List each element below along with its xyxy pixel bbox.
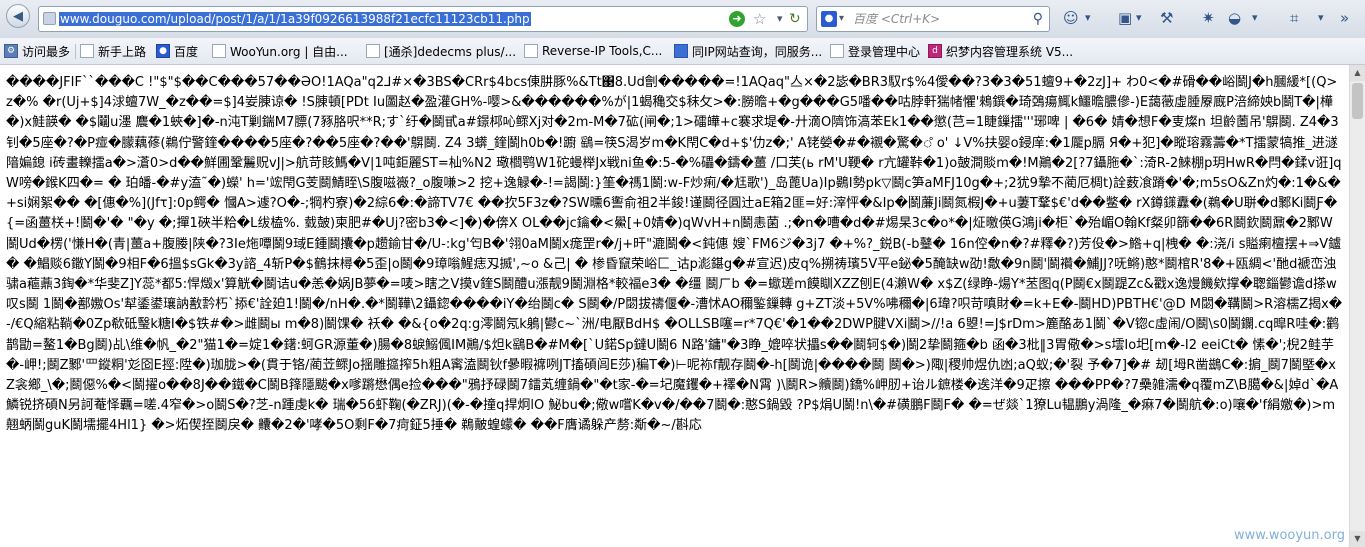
search-icon[interactable]: ⚲ xyxy=(1033,10,1043,28)
bookmark-getting-started[interactable]: 新手上路 xyxy=(80,42,146,60)
bookmark-label: 百度 xyxy=(174,44,199,59)
mask-dropdown-icon[interactable]: ▾ xyxy=(1252,8,1258,28)
address-bar[interactable]: www.douguo.com/upload/post/1/a/1/1a39f09… xyxy=(38,6,808,32)
mask-icon[interactable]: ◒ xyxy=(1228,8,1241,28)
scrollbar-thumb[interactable] xyxy=(1352,83,1363,119)
history-dropdown-icon[interactable]: ▾ xyxy=(777,11,783,27)
search-input[interactable]: 百度 <Ctrl+K> xyxy=(853,12,940,26)
tools-icon[interactable]: ⚒ xyxy=(1160,8,1173,28)
go-arrow-icon[interactable]: ➜ xyxy=(729,11,745,27)
site-identity-icon[interactable] xyxy=(43,12,56,25)
bookmark-star-icon[interactable]: ☆ xyxy=(753,10,766,28)
bookmark-same-ip[interactable]: 同IP网站查询，同服务... xyxy=(674,42,822,60)
bookmark-dedecms-v5[interactable]: d 织梦内容管理系统 V5... xyxy=(928,42,1073,60)
page-icon xyxy=(830,44,844,58)
dede-icon: d xyxy=(928,44,942,58)
browser-toolbar: ◀ www.douguo.com/upload/post/1/a/1/1a39f… xyxy=(0,0,1365,39)
back-arrow-icon: ◀ xyxy=(13,8,23,24)
bookmark-most-visited[interactable]: ⚙ 访问最多 xyxy=(4,42,70,60)
url-input[interactable]: www.douguo.com/upload/post/1/a/1/1a39f09… xyxy=(59,12,531,26)
search-engine-icon[interactable]: ● xyxy=(821,11,837,27)
window-dropdown-icon[interactable]: ▾ xyxy=(1136,8,1142,28)
watermark: www.wooyun.org xyxy=(1233,528,1345,543)
scroll-down-arrow-icon[interactable]: ▼ xyxy=(1350,531,1365,547)
bookmark-label: WooYun.org | 自由... xyxy=(230,44,348,59)
search-box[interactable]: ● ▾ 百度 <Ctrl+K> ⚲ xyxy=(816,6,1050,32)
bookmark-label: 织梦内容管理系统 V5... xyxy=(946,44,1074,59)
vertical-scrollbar[interactable]: ▲ ▼ xyxy=(1349,65,1365,547)
bug-icon[interactable]: ✷ xyxy=(1202,8,1215,28)
window-icon[interactable]: ▣ xyxy=(1118,8,1132,28)
bookmark-label: 新手上路 xyxy=(98,44,147,59)
garbled-binary-text: ����JFIF``���C !"$"$��C���57��ӘO!1AQa"q2… xyxy=(6,75,1343,434)
page-content: ����JFIF``���C !"$"$��C���57��ӘO!1AQa"q2… xyxy=(0,65,1349,547)
addon-smiley-icon[interactable]: ☺ xyxy=(1063,8,1079,28)
bookmark-label: 同IP网站查询，同服务... xyxy=(692,44,823,59)
crop-icon[interactable]: ⌗ xyxy=(1290,8,1298,28)
bookmark-reverse-ip[interactable]: Reverse-IP Tools,C... xyxy=(524,42,662,60)
bookmark-baidu[interactable]: ● 百度 xyxy=(156,42,198,60)
bookmark-label: 登录管理中心 xyxy=(848,44,921,59)
page-icon xyxy=(524,44,538,58)
crop-dropdown-icon[interactable]: ▾ xyxy=(1318,8,1324,28)
paw-icon: ● xyxy=(156,44,170,58)
bookmark-separator xyxy=(75,44,76,59)
search-engine-dropdown-icon[interactable]: ▾ xyxy=(839,12,844,26)
bookmark-dedecms[interactable]: [通杀]dedecms plus/... xyxy=(366,42,516,60)
page-icon xyxy=(212,44,226,58)
bookmark-label: Reverse-IP Tools,C... xyxy=(542,44,663,58)
bookmarks-bar: ⚙ 访问最多 新手上路 ● 百度 WooYun.org | 自由... [通杀]… xyxy=(0,38,1365,65)
addon-dropdown-icon[interactable]: ▾ xyxy=(1085,8,1091,28)
page-icon xyxy=(674,44,688,58)
menu-icon[interactable]: » xyxy=(1340,8,1349,28)
bookmark-admin-center[interactable]: 登录管理中心 xyxy=(830,42,920,60)
bookmark-label: 访问最多 xyxy=(22,44,71,59)
refresh-icon[interactable]: ↻ xyxy=(789,10,801,28)
scroll-up-arrow-icon[interactable]: ▲ xyxy=(1350,65,1365,81)
page-icon xyxy=(366,44,380,58)
back-button[interactable]: ◀ xyxy=(6,4,30,28)
page-icon xyxy=(80,44,94,58)
gear-icon: ⚙ xyxy=(4,44,18,58)
bookmark-wooyun[interactable]: WooYun.org | 自由... xyxy=(212,42,348,60)
bookmark-label: [通杀]dedecms plus/... xyxy=(384,44,517,59)
